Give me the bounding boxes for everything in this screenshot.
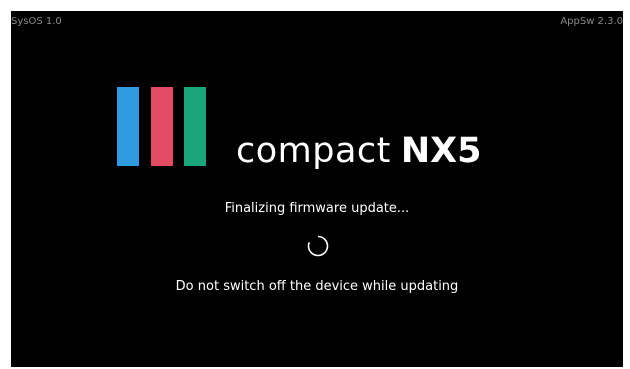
logo-bar-blue: [117, 87, 139, 166]
device-screen: SysOS 1.0 AppSw 2.3.0 compact NX5 Finaliz…: [11, 11, 623, 367]
app-version-label: AppSw 2.3.0: [560, 16, 623, 27]
product-name: compact NX5: [236, 129, 482, 173]
product-prefix: compact: [236, 131, 391, 171]
logo-bar-red: [151, 87, 173, 166]
loading-spinner-icon: [307, 235, 329, 257]
system-version-label: SysOS 1.0: [11, 16, 62, 27]
update-warning-text: Do not switch off the device while updat…: [175, 279, 459, 294]
brand-logo-bars: [117, 87, 212, 166]
update-status-text: Finalizing firmware update...: [224, 201, 410, 216]
product-model: NX5: [400, 131, 482, 171]
logo-bar-green: [184, 87, 206, 166]
